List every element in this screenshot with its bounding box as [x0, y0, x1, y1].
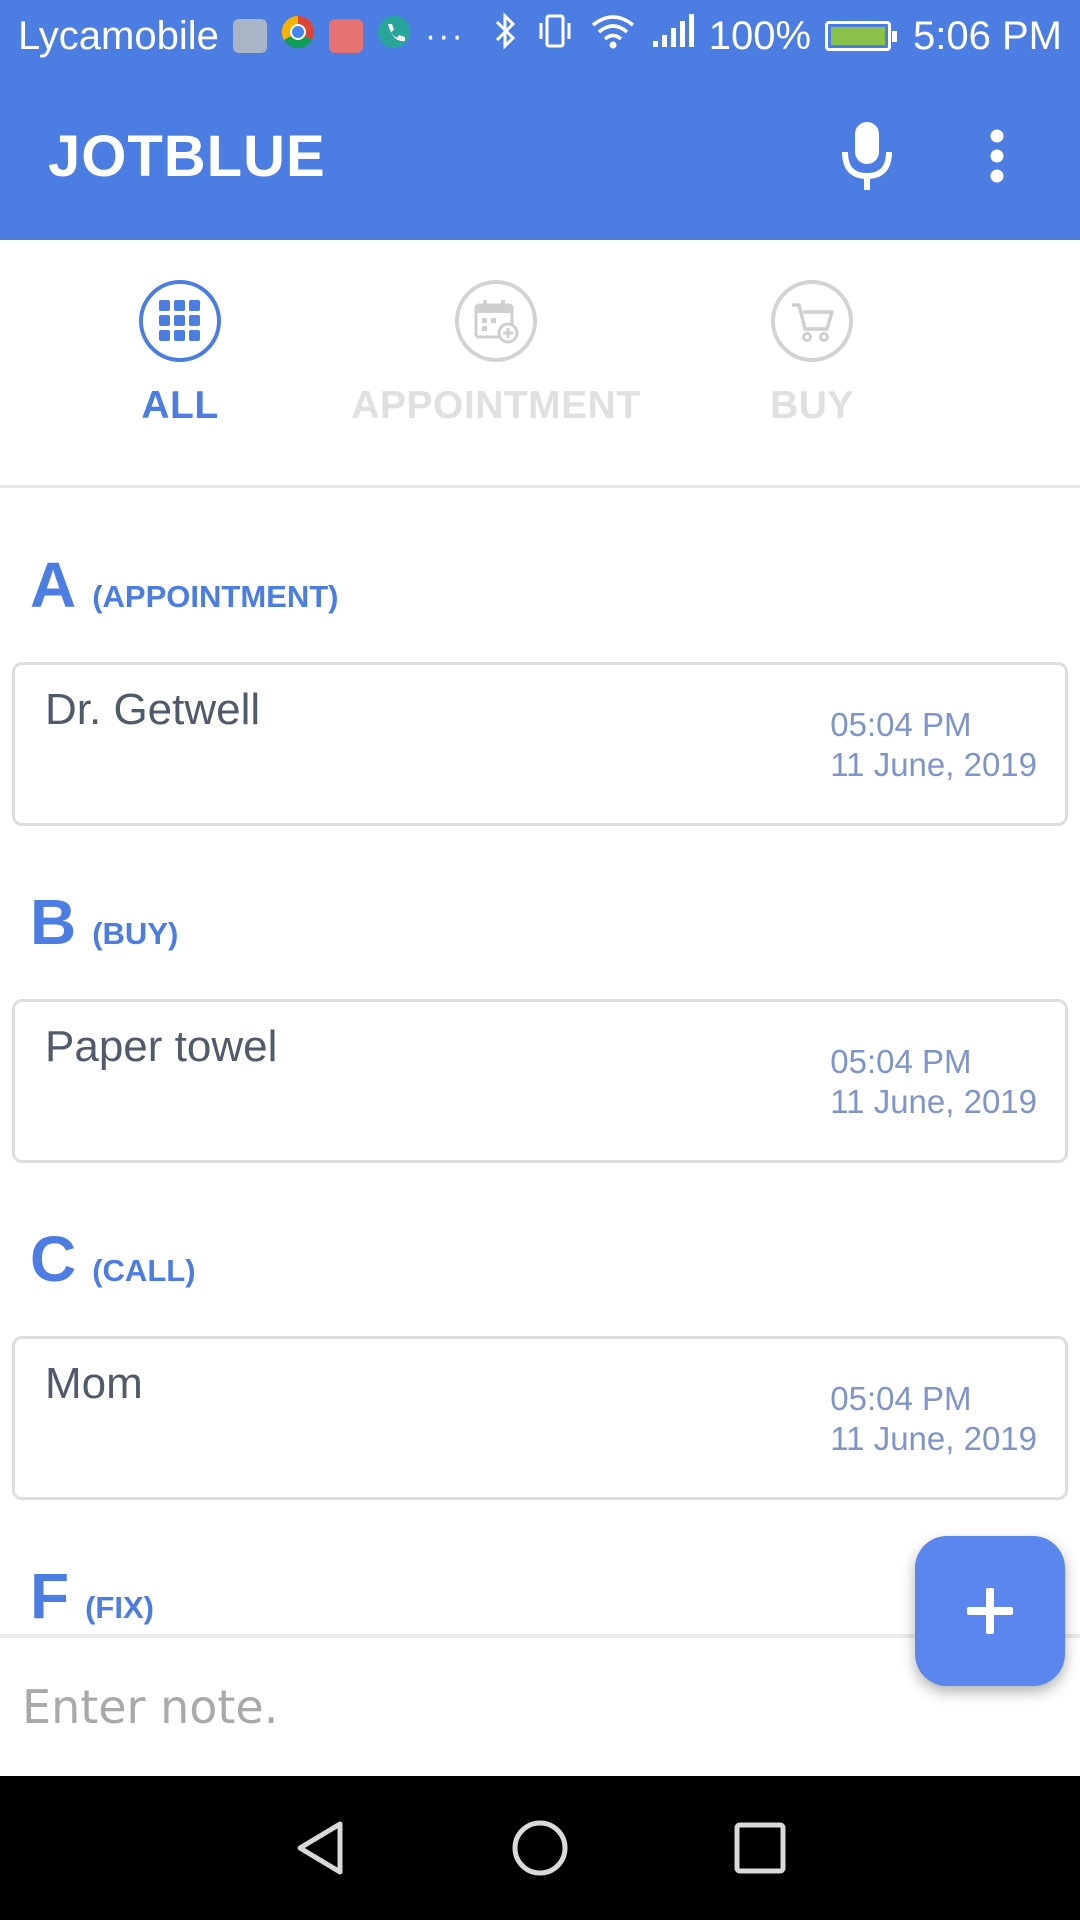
add-note-button[interactable]: [915, 1536, 1065, 1686]
home-icon[interactable]: [505, 1813, 575, 1883]
status-bar: Lycamobile ··· 100% 5:06 PM: [0, 0, 1080, 72]
tab-label: APPOINTMENT: [351, 384, 641, 427]
more-vert-icon[interactable]: [962, 121, 1032, 191]
chrome-icon: [281, 14, 315, 59]
note-date: 11 June, 2019: [830, 746, 1037, 783]
section-name: (APPOINTMENT): [92, 579, 339, 614]
status-left: Lycamobile ···: [18, 14, 465, 59]
section-name: (BUY): [92, 916, 179, 951]
more-notifications-icon: ···: [424, 16, 465, 55]
screen: Lycamobile ··· 100% 5:06 PM JOTBLUE ALL …: [0, 0, 1080, 1920]
section-letter: C: [30, 1223, 77, 1295]
note-card[interactable]: Paper towel 05:04 PM 11 June, 2019: [12, 999, 1068, 1163]
tab-label: BUY: [770, 384, 854, 427]
wifi-icon: [589, 11, 637, 61]
note-date: 11 June, 2019: [830, 1083, 1037, 1120]
app-bar: JOTBLUE: [0, 72, 1080, 240]
tab-appointment[interactable]: APPOINTMENT: [336, 280, 656, 428]
section-letter: F: [30, 1560, 70, 1632]
note-timestamp: 05:04 PM 11 June, 2019: [830, 1042, 1037, 1122]
cart-icon: [771, 280, 853, 362]
recents-icon[interactable]: [725, 1813, 795, 1883]
app-actions: [832, 121, 1032, 191]
section-letter: B: [30, 886, 77, 958]
section-name: (FIX): [85, 1590, 154, 1625]
note-input[interactable]: [22, 1680, 882, 1734]
section-header-b: B (BUY): [30, 885, 178, 959]
app-title: JOTBLUE: [48, 123, 326, 189]
note-time: 05:04 PM: [830, 706, 972, 743]
tab-label: ALL: [141, 384, 219, 427]
category-tabs: ALL APPOINTMENT BUY CA: [0, 240, 1080, 488]
battery-charging-icon: [825, 21, 898, 51]
note-card[interactable]: Mom 05:04 PM 11 June, 2019: [12, 1336, 1068, 1500]
microphone-icon[interactable]: [832, 121, 902, 191]
clock: 5:06 PM: [913, 13, 1062, 58]
note-timestamp: 05:04 PM 11 June, 2019: [830, 705, 1037, 785]
section-header-c: C (CALL): [30, 1222, 196, 1296]
note-title: Mom: [45, 1359, 143, 1408]
system-nav-bar: [0, 1776, 1080, 1920]
bluetooth-icon: [491, 11, 521, 61]
note-time: 05:04 PM: [830, 1380, 972, 1417]
back-icon[interactable]: [285, 1813, 355, 1883]
note-date: 11 June, 2019: [830, 1420, 1037, 1457]
signal-icon: [651, 11, 695, 61]
carrier-name: Lycamobile: [18, 13, 219, 58]
vibrate-icon: [535, 11, 575, 61]
tab-call[interactable]: CA: [968, 280, 1080, 428]
note-title: Paper towel: [45, 1022, 278, 1071]
section-name: (CALL): [92, 1253, 196, 1288]
section-letter: A: [30, 549, 77, 621]
battery-percent: 100%: [708, 13, 812, 58]
inbox-app-icon: [328, 19, 363, 53]
grid-icon: [139, 280, 221, 362]
plus-icon: [967, 1588, 1013, 1634]
section-header-f: F (FIX): [30, 1559, 154, 1633]
tab-all[interactable]: ALL: [20, 280, 340, 428]
section-header-a: A (APPOINTMENT): [30, 548, 338, 622]
note-title: Dr. Getwell: [45, 685, 261, 734]
tab-buy[interactable]: BUY: [652, 280, 972, 428]
note-time: 05:04 PM: [830, 1043, 972, 1080]
status-right: 100% 5:06 PM: [491, 11, 1062, 61]
calendar-add-icon: [455, 280, 537, 362]
phone-app-icon: [377, 14, 411, 59]
note-timestamp: 05:04 PM 11 June, 2019: [830, 1379, 1037, 1459]
speaker-app-icon: [232, 19, 267, 53]
note-card[interactable]: Dr. Getwell 05:04 PM 11 June, 2019: [12, 662, 1068, 826]
notes-list[interactable]: A (APPOINTMENT) Dr. Getwell 05:04 PM 11 …: [0, 488, 1080, 1634]
